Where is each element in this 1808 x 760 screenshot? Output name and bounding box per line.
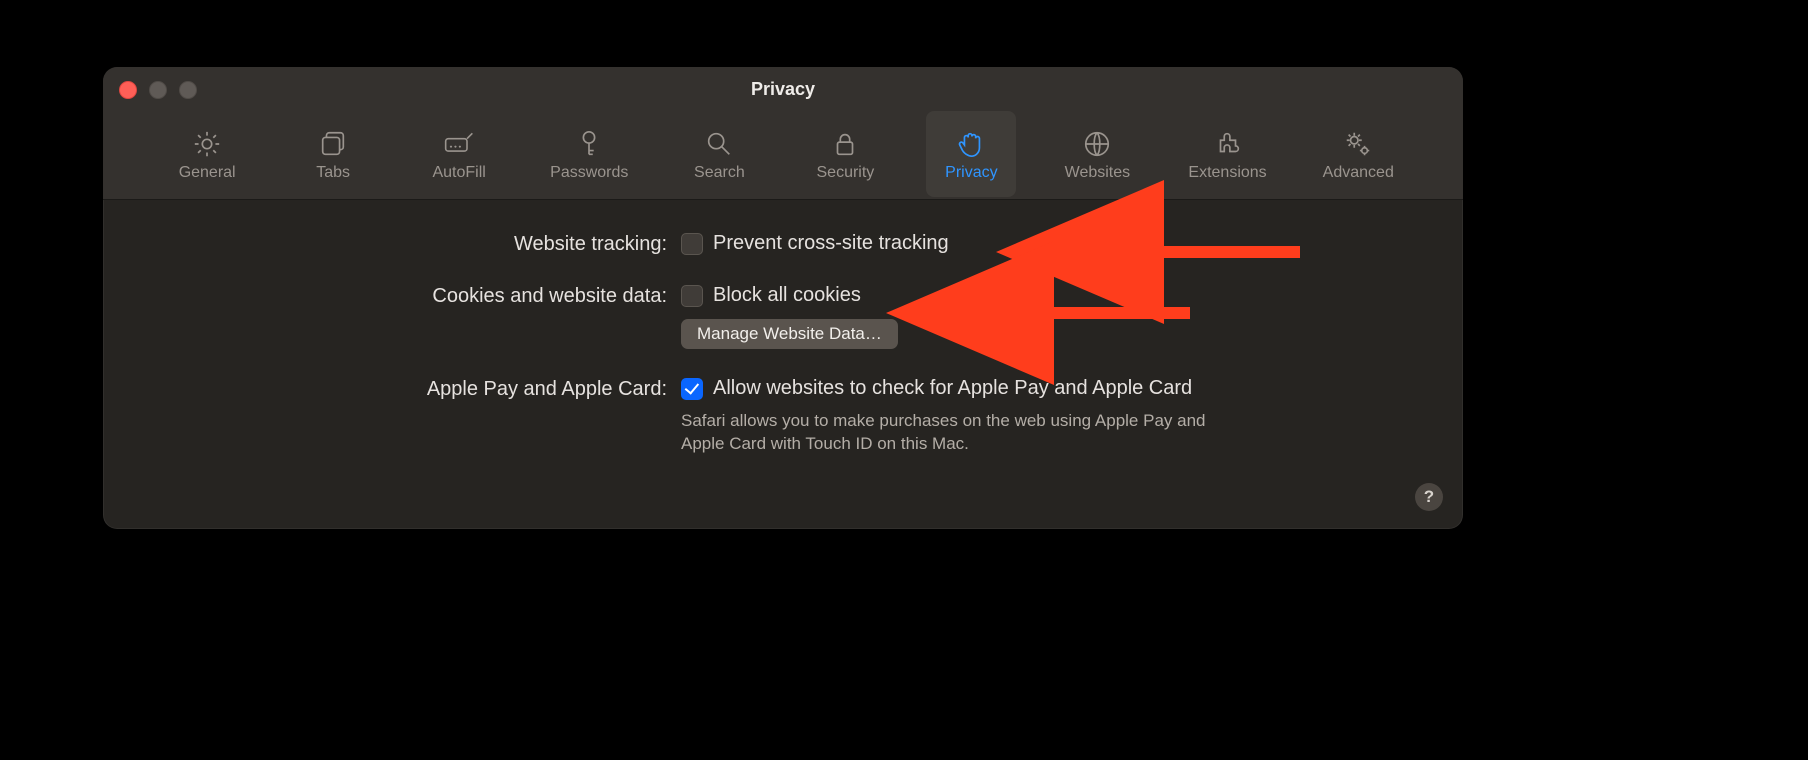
help-button[interactable]: ? [1415,483,1443,511]
hand-icon [955,128,987,160]
key-icon [573,128,605,160]
lock-icon [829,128,861,160]
tab-label: Passwords [550,164,628,182]
gear-icon [191,128,223,160]
label-cookies: Cookies and website data: [127,284,667,308]
tab-extensions[interactable]: Extensions [1178,111,1276,197]
tab-label: Advanced [1323,164,1394,182]
search-icon [703,128,735,160]
checkbox-allow-apple-pay-check[interactable]: Allow websites to check for Apple Pay an… [681,377,1439,400]
tab-search[interactable]: Search [674,111,764,197]
tab-label: Websites [1065,164,1131,182]
tabs-icon [317,128,349,160]
tab-general[interactable]: General [162,111,252,197]
window-title: Privacy [103,67,1463,111]
tab-security[interactable]: Security [800,111,890,197]
titlebar: Privacy [103,67,1463,111]
row-cookies: Cookies and website data: Block all cook… [127,284,1439,349]
preferences-toolbar: General Tabs AutoFill Passwords Search [103,111,1463,200]
apple-pay-helper-text: Safari allows you to make purchases on t… [681,410,1241,456]
label-website-tracking: Website tracking: [127,232,667,256]
tab-label: Privacy [945,164,997,182]
tab-label: General [179,164,236,182]
checkbox-icon [681,378,703,400]
checkbox-label: Prevent cross-site tracking [713,232,949,255]
checkbox-icon [681,233,703,255]
tab-label: Search [694,164,745,182]
checkbox-icon [681,285,703,307]
tab-privacy[interactable]: Privacy [926,111,1016,197]
tab-autofill[interactable]: AutoFill [414,111,504,197]
tab-label: Security [817,164,875,182]
checkbox-label: Allow websites to check for Apple Pay an… [713,377,1192,400]
tab-advanced[interactable]: Advanced [1313,111,1404,197]
row-website-tracking: Website tracking: Prevent cross-site tra… [127,232,1439,256]
manage-website-data-button[interactable]: Manage Website Data… [681,319,898,349]
tab-label: Extensions [1188,164,1266,182]
tab-websites[interactable]: Websites [1052,111,1142,197]
tab-label: AutoFill [432,164,485,182]
privacy-pane: Website tracking: Prevent cross-site tra… [103,200,1463,529]
puzzle-icon [1212,128,1244,160]
tab-passwords[interactable]: Passwords [540,111,638,197]
checkbox-label: Block all cookies [713,284,861,307]
gears-icon [1342,128,1374,160]
autofill-icon [443,128,475,160]
row-apple-pay: Apple Pay and Apple Card: Allow websites… [127,377,1439,456]
tab-tabs[interactable]: Tabs [288,111,378,197]
tab-label: Tabs [316,164,350,182]
preferences-window: Privacy General Tabs AutoFill Passw [103,67,1463,529]
checkbox-prevent-cross-site-tracking[interactable]: Prevent cross-site tracking [681,232,1439,255]
checkbox-block-all-cookies[interactable]: Block all cookies [681,284,1439,307]
globe-icon [1081,128,1113,160]
label-apple-pay: Apple Pay and Apple Card: [127,377,667,401]
